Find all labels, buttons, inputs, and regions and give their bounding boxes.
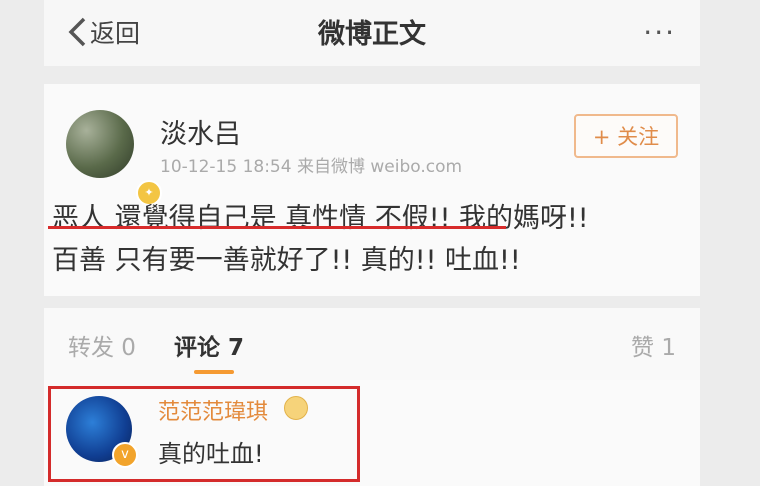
tab-comment[interactable]: 评论 7 — [174, 328, 244, 362]
weibo-post: ✦ 淡水吕 10-12-15 18:54 来自微博 weibo.com + 关注… — [44, 84, 700, 296]
post-text-line-2: 百善 只有要一善就好了!! 真的!! 吐血!! — [52, 245, 521, 276]
more-icon[interactable]: ··· — [643, 16, 676, 49]
comment-item: v 范范范瑋琪 真的吐血! — [44, 380, 700, 486]
post-content: 恶人 還覺得自己是 真性情 不假!! 我的媽呀!! 百善 只有要一善就好了!! … — [52, 198, 692, 282]
post-tabs: 转发 0 评论 7 赞 1 — [44, 308, 700, 380]
post-text-line-1: 恶人 還覺得自己是 真性情 不假!! 我的媽呀!! — [52, 203, 589, 234]
annotation-underline — [48, 226, 506, 229]
follow-button[interactable]: + 关注 — [574, 114, 678, 158]
top-nav-bar: 返回 微博正文 ··· — [44, 0, 700, 66]
post-meta: 10-12-15 18:54 来自微博 weibo.com — [160, 157, 463, 177]
annotation-highlight-box — [48, 386, 360, 482]
tab-like[interactable]: 赞 1 — [631, 328, 676, 362]
tab-repost[interactable]: 转发 0 — [68, 328, 136, 362]
active-tab-indicator — [194, 370, 234, 374]
avatar[interactable]: ✦ — [66, 110, 162, 206]
post-username[interactable]: 淡水吕 — [160, 112, 241, 151]
page-title: 微博正文 — [318, 19, 426, 50]
